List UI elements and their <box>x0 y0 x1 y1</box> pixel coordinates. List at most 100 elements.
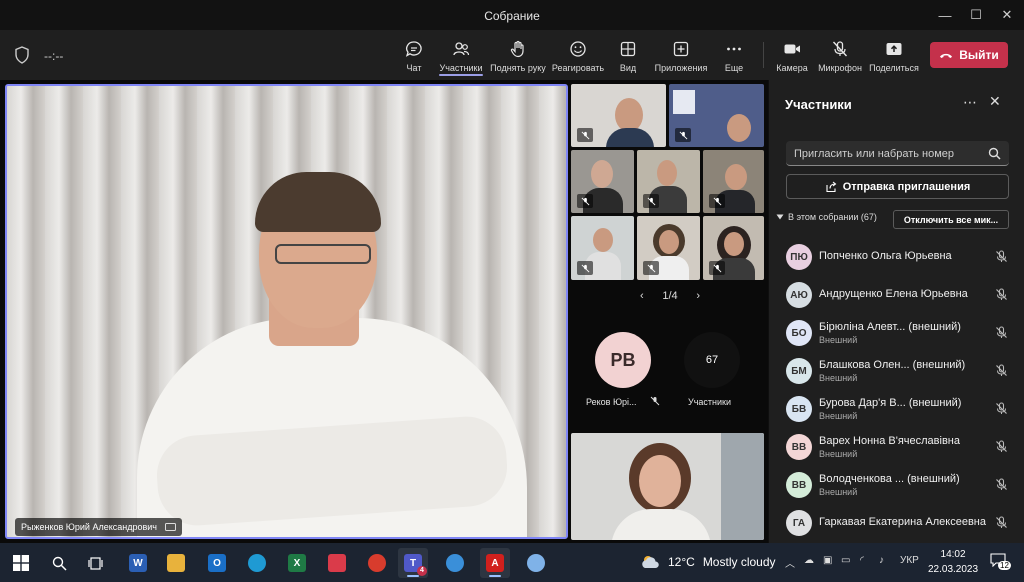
teams-badge: 4 <box>417 566 427 576</box>
video-tile[interactable] <box>703 150 764 213</box>
maximize-button[interactable]: ☐ <box>961 4 991 26</box>
folder-icon <box>167 554 185 572</box>
participant-row[interactable]: БМ Блашкова Олен... (внешний) Внешний <box>769 352 1024 390</box>
creative-cloud-app[interactable] <box>322 548 352 578</box>
teams-app[interactable]: T4 <box>398 548 428 578</box>
mute-all-button[interactable]: Отключить все мик... <box>893 210 1009 229</box>
panel-close-icon[interactable]: ✕ <box>989 93 1001 110</box>
add-app-icon <box>673 41 689 57</box>
participant-row[interactable]: ВВ Володченкова ... (внешний) Внешний <box>769 466 1024 504</box>
mic-off-icon <box>996 402 1007 414</box>
search-taskbar-button[interactable] <box>44 548 74 578</box>
participant-row[interactable]: ГА Гаркавая Екатерина Алексеевна <box>769 504 1024 542</box>
send-invite-button[interactable]: Отправка приглашения <box>786 174 1009 199</box>
anydesk-app[interactable] <box>362 548 392 578</box>
participant-row[interactable]: БВ Бурова Дар'я В... (внешний) Внешний <box>769 390 1024 428</box>
in-meeting-section[interactable]: В этом собрании (67) <box>776 212 877 222</box>
participant-avatar: ВВ <box>786 472 812 498</box>
video-tile[interactable] <box>669 84 764 147</box>
camera-button[interactable]: Камера <box>775 30 809 80</box>
participant-row[interactable]: БО Бірюліна Алевт... (внешний) Внешний <box>769 314 1024 352</box>
raise-hand-button[interactable]: Поднять руку <box>490 30 546 80</box>
video-tile[interactable] <box>703 216 764 280</box>
volume-icon[interactable]: ♪ <box>879 555 884 566</box>
acrobat-app[interactable]: A <box>480 548 510 578</box>
main-video-name: Рыженков Юрий Александрович <box>21 522 157 532</box>
panel-title: Участники <box>785 97 852 112</box>
weather-temp: 12°C <box>668 555 695 569</box>
participant-avatar: ПЮ <box>786 244 812 270</box>
file-explorer-app[interactable] <box>161 548 191 578</box>
task-view-icon <box>87 556 103 570</box>
participant-name: Володченкова ... (внешний) <box>819 473 960 485</box>
apps-button[interactable]: Приложения <box>654 30 708 80</box>
share-link-icon <box>826 181 837 192</box>
people-icon <box>453 42 470 56</box>
vpn-icon[interactable]: ▣ <box>823 555 832 566</box>
participant-avatar[interactable]: PB <box>595 332 651 388</box>
leave-button[interactable]: Выйти <box>930 42 1008 68</box>
app-launcher[interactable] <box>440 548 470 578</box>
camera-icon <box>784 44 800 54</box>
weather-widget[interactable]: 12°C Mostly cloudy <box>640 554 776 570</box>
participant-avatar-name: Реков Юрі... <box>586 397 637 407</box>
system-clock[interactable]: 14:02 22.03.2023 <box>928 547 978 577</box>
close-button[interactable]: ✕ <box>992 4 1022 26</box>
tile-mic-muted <box>709 261 725 275</box>
prev-page-button[interactable]: ‹ <box>640 290 644 302</box>
participant-external-label: Внешний <box>819 335 858 345</box>
edge-app[interactable] <box>242 548 272 578</box>
participant-body <box>606 128 654 147</box>
excel-app[interactable]: X <box>282 548 312 578</box>
share-label: Поделиться <box>869 63 919 73</box>
invite-input[interactable]: Пригласить или набрать номер <box>786 141 1009 166</box>
notification-center[interactable]: 12 <box>990 553 1011 571</box>
chat-button[interactable]: Чат <box>400 30 428 80</box>
participant-row[interactable]: ПЮ Попченко Ольга Юрьевна <box>769 238 1024 276</box>
task-view-button[interactable] <box>80 548 110 578</box>
minimize-button[interactable]: — <box>930 4 960 26</box>
caret-down-icon <box>776 214 784 220</box>
battery-icon[interactable]: ▭ <box>841 555 850 566</box>
video-tile[interactable] <box>637 216 700 280</box>
video-tile[interactable] <box>637 150 700 213</box>
smile-icon <box>570 41 586 57</box>
participant-face <box>593 228 613 252</box>
overflow-participants-count[interactable]: 67 <box>684 332 740 388</box>
video-tile[interactable] <box>571 84 666 147</box>
more-button[interactable]: Еще <box>722 30 746 80</box>
start-button[interactable] <box>6 548 36 578</box>
panel-more-icon[interactable]: ⋯ <box>963 94 977 111</box>
view-button[interactable]: Вид <box>616 30 640 80</box>
participant-external-label: Внешний <box>819 373 858 383</box>
people-label: Участники <box>439 63 483 73</box>
edge-icon <box>248 554 266 572</box>
language-indicator[interactable]: УКР <box>900 555 919 566</box>
windows-icon <box>13 555 29 571</box>
people-button[interactable]: Участники <box>437 30 485 80</box>
video-tile[interactable] <box>571 216 634 280</box>
mic-button[interactable]: Микрофон <box>817 30 863 80</box>
participant-row[interactable]: ВВ Варех Нонна В'ячеславівна Внешний <box>769 428 1024 466</box>
onedrive-icon[interactable]: ☁ <box>804 555 814 566</box>
tray-chevron-icon[interactable]: ︿ <box>785 555 795 570</box>
outlook-app[interactable]: O <box>202 548 232 578</box>
remote-icon <box>368 554 386 572</box>
next-page-button[interactable]: › <box>696 290 700 302</box>
react-button[interactable]: Реагировать <box>552 30 604 80</box>
paint-app[interactable] <box>521 548 551 578</box>
participant-avatar: БМ <box>786 358 812 384</box>
page-indicator: 1/4 <box>662 290 678 302</box>
word-app[interactable]: W <box>123 548 153 578</box>
tile-mic-muted <box>643 261 659 275</box>
meeting-timer: --:-- <box>44 49 64 63</box>
mic-off-icon <box>996 478 1007 490</box>
participant-row[interactable]: АЮ Андрущенко Елена Юрьевна <box>769 276 1024 314</box>
view-label: Вид <box>619 63 637 73</box>
main-video[interactable]: Рыженков Юрий Александрович <box>5 84 568 539</box>
video-tile[interactable] <box>571 150 634 213</box>
self-video-tile[interactable] <box>571 433 764 540</box>
tile-mic-muted <box>709 194 725 208</box>
share-button[interactable]: Поделиться <box>869 30 919 80</box>
wifi-icon[interactable]: ◜ <box>860 555 864 566</box>
